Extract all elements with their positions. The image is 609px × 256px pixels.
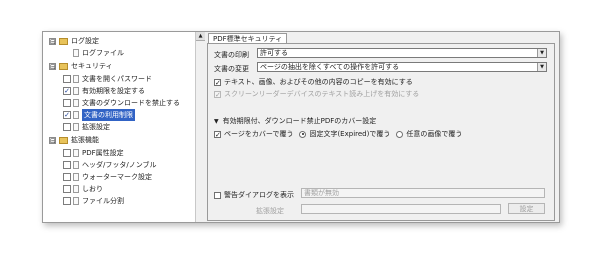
- tree-item-label: しおり: [82, 185, 103, 193]
- extension-label: 拡張設定: [256, 207, 284, 215]
- checkbox[interactable]: [63, 99, 71, 107]
- collapse-icon[interactable]: ⊟: [49, 136, 56, 144]
- page-icon: [73, 49, 79, 57]
- page-icon: [73, 197, 79, 205]
- folder-icon: [59, 62, 68, 70]
- settings-button[interactable]: 設定: [508, 203, 545, 214]
- settings-panel: PDF標準セキュリティ 文書の印刷 許可する ▼ 文書の変更 ページの抽出を除く…: [205, 32, 559, 222]
- tree-item-label: ヘッダ/フッタ/ノンブル: [82, 161, 157, 169]
- checkbox-checked: ✓: [214, 90, 221, 99]
- tree-item-watermark[interactable]: ウォーターマーク設定: [63, 171, 152, 183]
- tree-item-open-password[interactable]: 文書を開くパスワード: [63, 73, 152, 85]
- change-select-value: ページの抽出を除くすべての操作を許可する: [260, 63, 400, 71]
- security-tab-content: 文書の印刷 許可する ▼ 文書の変更 ページの抽出を除くすべての操作を許可する …: [207, 43, 555, 221]
- tree-item-header-footer[interactable]: ヘッダ/フッタ/ノンブル: [63, 159, 157, 171]
- checkbox-checked[interactable]: ✓: [214, 130, 221, 138]
- tree-item-download-block[interactable]: 文書のダウンロードを禁止する: [63, 97, 180, 109]
- tree-item-pdf-attributes[interactable]: PDF属性設定: [63, 147, 124, 159]
- page-icon: [73, 173, 79, 181]
- tree-item-label: PDF属性設定: [82, 149, 124, 157]
- tree-item-log-settings[interactable]: ⊟ ログ設定: [49, 35, 99, 47]
- tree-item-usage-restriction[interactable]: ✓ 文書の利用制限: [63, 109, 135, 121]
- tree-item-label: 文書のダウンロードを禁止する: [82, 99, 180, 107]
- cover-page-label: ページをカバーで覆う: [224, 130, 294, 138]
- tree-item-label: セキュリティ: [71, 62, 113, 70]
- checkbox[interactable]: [63, 161, 71, 169]
- settings-tree: ⊟ ログ設定 ログファイル ⊟ セキュリティ 文書を開くパスワード ✓ 有効期限…: [43, 32, 195, 222]
- checkbox-checked[interactable]: ✓: [214, 78, 221, 86]
- tree-item-log-file[interactable]: ログファイル: [73, 47, 124, 59]
- screen-reader-label: スクリーンリーダーデバイスのテキスト読み上げを有効にする: [224, 90, 420, 98]
- tree-item-label: ファイル分割: [82, 197, 124, 205]
- extension-input[interactable]: [301, 204, 501, 214]
- warning-dialog-checkbox[interactable]: 警告ダイアログを表示: [214, 190, 294, 200]
- cover-page-checkbox[interactable]: ✓ ページをカバーで覆う 固定文字(Expired)で覆う 任意の画像で覆う: [214, 129, 462, 139]
- checkbox-checked[interactable]: ✓: [63, 111, 71, 119]
- page-icon: [73, 185, 79, 193]
- tree-item-label: 有効期限を設定する: [82, 87, 145, 95]
- checkbox[interactable]: [63, 185, 71, 193]
- warning-dialog-label: 警告ダイアログを表示: [224, 191, 294, 199]
- collapse-icon[interactable]: ⊟: [49, 62, 56, 70]
- settings-window: ⊟ ログ設定 ログファイル ⊟ セキュリティ 文書を開くパスワード ✓ 有効期限…: [42, 31, 560, 223]
- tree-item-label: 文書の利用制限: [82, 109, 135, 121]
- tree-item-expiration[interactable]: ✓ 有効期限を設定する: [63, 85, 145, 97]
- print-label: 文書の印刷: [214, 51, 249, 59]
- dropdown-arrow-icon[interactable]: ▼: [537, 49, 546, 57]
- page-icon: [73, 99, 79, 107]
- dropdown-arrow-icon[interactable]: ▼: [537, 63, 546, 71]
- collapse-icon[interactable]: ⊟: [49, 37, 56, 45]
- copy-text-label: テキスト、画像、およびその他の内容のコピーを有効にする: [224, 78, 413, 86]
- cover-section-label: 有効期限付、ダウンロード禁止PDFのカバー設定: [222, 117, 377, 125]
- tree-item-label: ウォーターマーク設定: [82, 173, 152, 181]
- radio-icon[interactable]: [396, 130, 404, 138]
- page-icon: [73, 87, 79, 95]
- tree-item-extension-settings[interactable]: 拡張設定: [63, 121, 110, 133]
- tree-item-bookmarks[interactable]: しおり: [63, 183, 103, 195]
- triangle-down-icon: ▼: [214, 117, 219, 125]
- radio-selected-icon[interactable]: [299, 130, 307, 138]
- any-image-label[interactable]: 任意の画像で覆う: [406, 129, 462, 139]
- page-icon: [73, 149, 79, 157]
- tree-item-label: ログファイル: [82, 49, 124, 57]
- checkbox[interactable]: [63, 123, 71, 131]
- tree-item-label: 拡張設定: [82, 123, 110, 131]
- page-icon: [73, 111, 79, 119]
- tree-item-label: 文書を開くパスワード: [82, 75, 152, 83]
- tree-scrollbar[interactable]: ▲: [195, 32, 205, 222]
- tree-item-label: 拡張機能: [71, 136, 99, 144]
- screen-reader-checkbox: ✓ スクリーンリーダーデバイスのテキスト読み上げを有効にする: [214, 89, 419, 99]
- tree-item-label: ログ設定: [71, 37, 99, 45]
- fixed-text-label[interactable]: 固定文字(Expired)で覆う: [309, 129, 390, 139]
- checkbox[interactable]: [214, 191, 221, 199]
- change-select[interactable]: ページの抽出を除くすべての操作を許可する ▼: [257, 62, 547, 72]
- folder-icon: [59, 37, 68, 45]
- scroll-up-icon[interactable]: ▲: [196, 32, 205, 41]
- tree-item-extensions[interactable]: ⊟ 拡張機能: [49, 134, 99, 146]
- print-select-value: 許可する: [260, 49, 288, 57]
- copy-text-checkbox[interactable]: ✓ テキスト、画像、およびその他の内容のコピーを有効にする: [214, 77, 413, 87]
- checkbox[interactable]: [63, 197, 71, 205]
- print-select[interactable]: 許可する ▼: [257, 48, 547, 58]
- checkbox[interactable]: [63, 173, 71, 181]
- page-icon: [73, 123, 79, 131]
- page-icon: [73, 75, 79, 83]
- cover-section-heading: ▼ 有効期限付、ダウンロード禁止PDFのカバー設定: [214, 116, 376, 126]
- tree-item-file-split[interactable]: ファイル分割: [63, 195, 124, 207]
- checkbox[interactable]: [63, 75, 71, 83]
- checkbox[interactable]: [63, 149, 71, 157]
- tree-item-security[interactable]: ⊟ セキュリティ: [49, 60, 113, 72]
- page-icon: [73, 161, 79, 169]
- checkbox-checked[interactable]: ✓: [63, 87, 71, 95]
- warning-message-input[interactable]: 書類が無効: [301, 188, 545, 198]
- folder-icon: [59, 136, 68, 144]
- change-label: 文書の変更: [214, 65, 249, 73]
